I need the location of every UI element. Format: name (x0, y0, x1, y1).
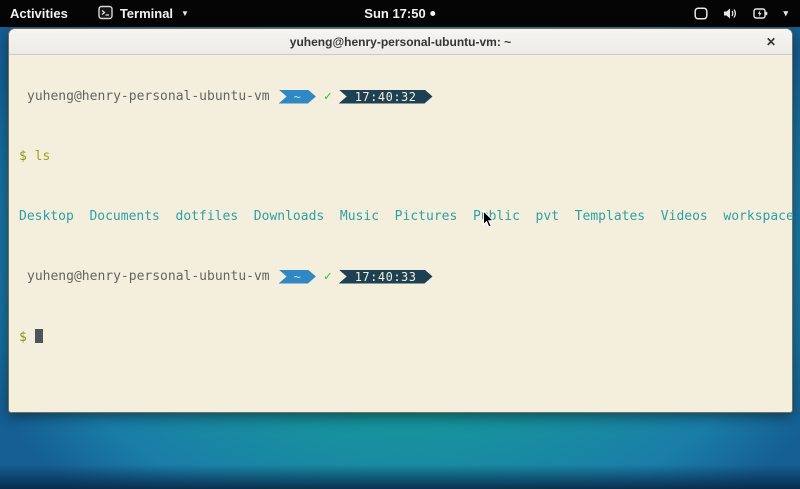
prompt-status-check-icon: ✓ (324, 269, 332, 284)
terminal-screen[interactable]: yuheng@henry-personal-ubuntu-vm ~ ✓ 17:4… (9, 55, 792, 412)
window-titlebar[interactable]: yuheng@henry-personal-ubuntu-vm: ~ ✕ (9, 29, 792, 55)
prompt-line: yuheng@henry-personal-ubuntu-vm ~ ✓ 17:4… (19, 89, 792, 104)
prompt-user: yuheng@henry-personal-ubuntu-vm (27, 89, 270, 104)
window-title: yuheng@henry-personal-ubuntu-vm: ~ (290, 35, 511, 49)
chevron-down-icon: ▼ (181, 9, 189, 18)
current-input-line: $ (19, 329, 792, 344)
clock-label: Sun 17:50 (364, 6, 425, 21)
prompt-status-check-icon: ✓ (324, 89, 332, 104)
command-line: $ ls (19, 149, 792, 164)
terminal-cursor (35, 329, 43, 343)
terminal-app-icon (98, 5, 113, 23)
activities-button[interactable]: Activities (10, 6, 68, 21)
prompt-cwd-segment: ~ (279, 270, 316, 284)
system-tray-menu[interactable]: ▾ (694, 7, 788, 20)
battery-charging-icon (753, 7, 768, 20)
typed-command: ls (35, 149, 51, 164)
clock-menu[interactable]: Sun 17:50 (364, 0, 435, 27)
chevron-down-icon: ▾ (783, 8, 788, 19)
prompt-cwd-segment: ~ (279, 90, 316, 104)
close-button[interactable]: ✕ (766, 36, 776, 48)
prompt-user: yuheng@henry-personal-ubuntu-vm (27, 269, 270, 284)
volume-icon (723, 7, 738, 20)
notification-dot-icon (431, 11, 436, 16)
app-menu-label: Terminal (120, 6, 173, 21)
shell-prompt-symbol: $ (19, 330, 27, 345)
terminal-window: yuheng@henry-personal-ubuntu-vm: ~ ✕ yuh… (8, 28, 793, 413)
app-menu-terminal[interactable]: Terminal ▼ (98, 5, 189, 23)
prompt-time-segment: 17:40:33 (339, 270, 433, 284)
prompt-line: yuheng@henry-personal-ubuntu-vm ~ ✓ 17:4… (19, 269, 792, 284)
ls-output-text: Desktop Documents dotfiles Downloads Mus… (19, 209, 794, 224)
shell-prompt-symbol: $ (19, 149, 27, 164)
display-icon (694, 7, 708, 20)
ls-output: Desktop Documents dotfiles Downloads Mus… (19, 209, 792, 224)
top-bar: Activities Terminal ▼ Sun 17:50 (0, 0, 800, 27)
prompt-time-segment: 17:40:32 (339, 90, 433, 104)
